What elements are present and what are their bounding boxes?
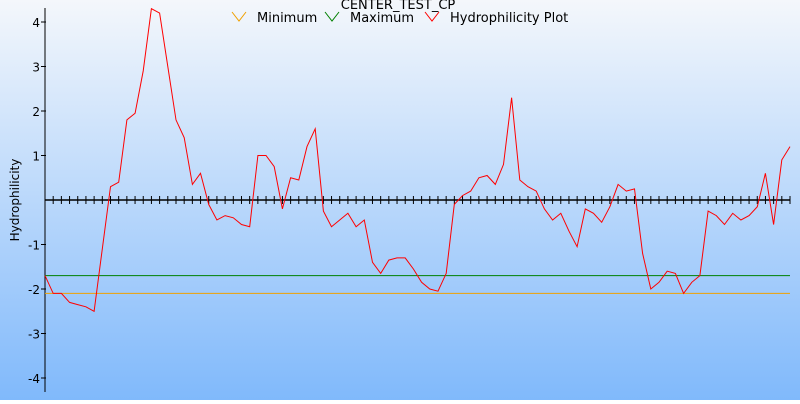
y-tick-label: 2 (32, 105, 40, 119)
y-tick-label: 4 (32, 16, 40, 30)
legend: Minimum Maximum Hydrophilicity Plot (231, 11, 568, 26)
hydrophilicity-chart: 4 3 2 1 -1 -2 -3 -4 Minimum Maximum Hydrophilicit… (0, 0, 800, 400)
y-tick-label: 1 (32, 150, 40, 164)
legend-label-minimum: Minimum (257, 11, 317, 26)
y-tick-label: -2 (28, 283, 40, 297)
y-tick-label: -4 (28, 372, 40, 386)
y-axis-label: Hydrophilicity (8, 159, 22, 242)
chart-title: CENTER_TEST_CP (341, 0, 456, 13)
y-tick-label: -1 (28, 239, 40, 253)
legend-label-maximum: Maximum (350, 11, 414, 26)
chart-canvas: 4 3 2 1 -1 -2 -3 -4 Minimum Maximum Hydrophilicit… (0, 0, 800, 400)
y-tick-label: 3 (32, 61, 40, 75)
y-tick-label: -3 (28, 328, 40, 342)
legend-label-hydrophilicity-plot: Hydrophilicity Plot (450, 11, 568, 26)
